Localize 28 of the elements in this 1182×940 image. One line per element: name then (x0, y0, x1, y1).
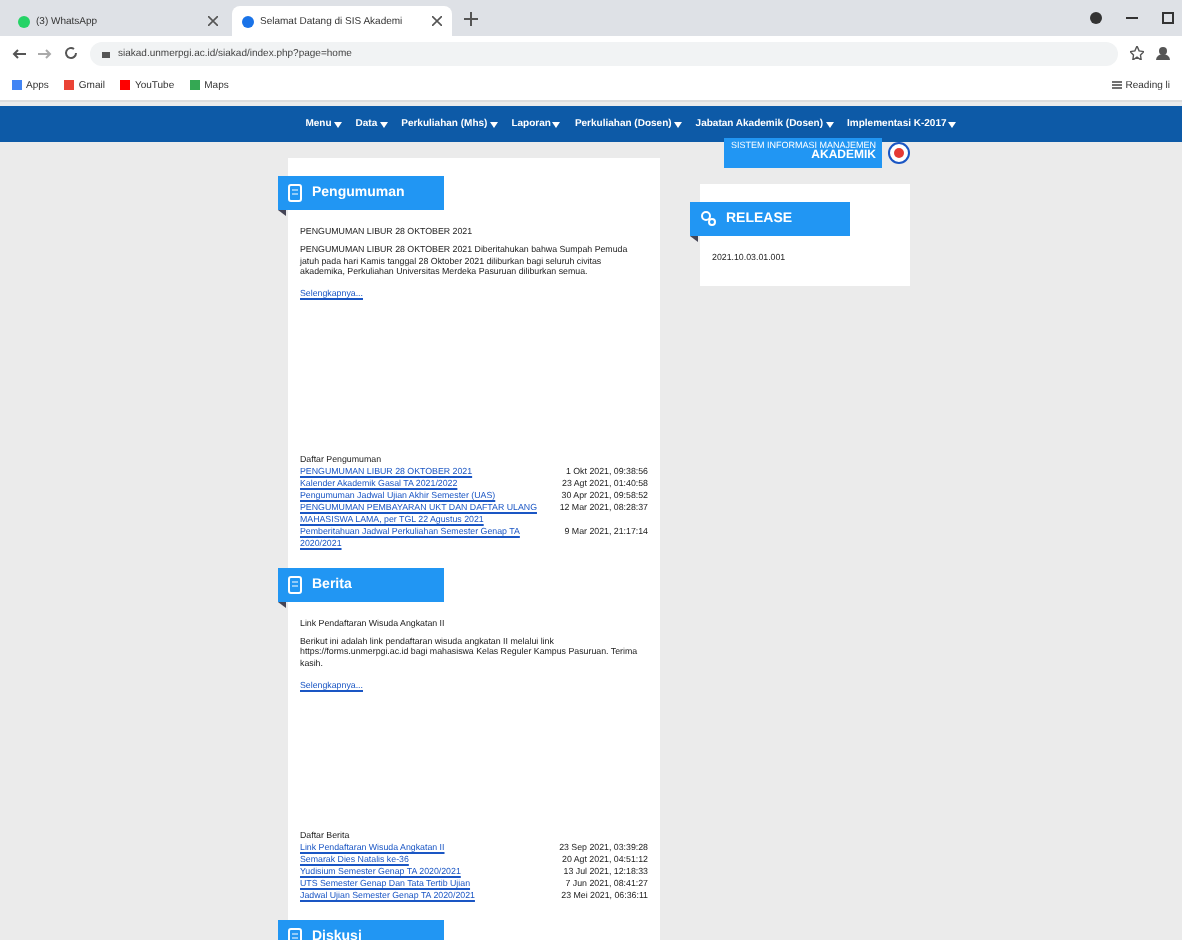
document-icon (288, 184, 302, 202)
minimize-icon[interactable] (1126, 12, 1138, 24)
bookmark-icon (64, 80, 75, 90)
favicon-icon (18, 15, 30, 27)
document-icon (288, 575, 302, 594)
caret-icon (825, 121, 834, 127)
close-icon[interactable] (432, 16, 442, 26)
caret-icon (673, 121, 682, 127)
restore-icon[interactable] (1162, 12, 1174, 24)
favicon-icon (242, 15, 254, 27)
bookmark-icon (120, 80, 131, 90)
profile-icon[interactable] (1090, 12, 1102, 24)
caret-icon (379, 121, 388, 127)
caret-icon (552, 121, 561, 127)
lock-icon (102, 48, 110, 58)
account-icon[interactable] (1156, 46, 1170, 60)
list-icon (1111, 80, 1122, 90)
reload-icon[interactable] (64, 46, 78, 60)
star-icon[interactable] (1130, 46, 1144, 60)
caret-icon (489, 121, 498, 127)
caret-icon (948, 121, 957, 127)
logo-icon (888, 141, 910, 164)
bookmark-icon (190, 80, 201, 90)
document-icon (288, 927, 302, 940)
caret-icon (333, 121, 342, 127)
close-icon[interactable] (208, 16, 218, 26)
bookmark-icon (12, 80, 22, 90)
back-icon[interactable] (12, 47, 26, 59)
